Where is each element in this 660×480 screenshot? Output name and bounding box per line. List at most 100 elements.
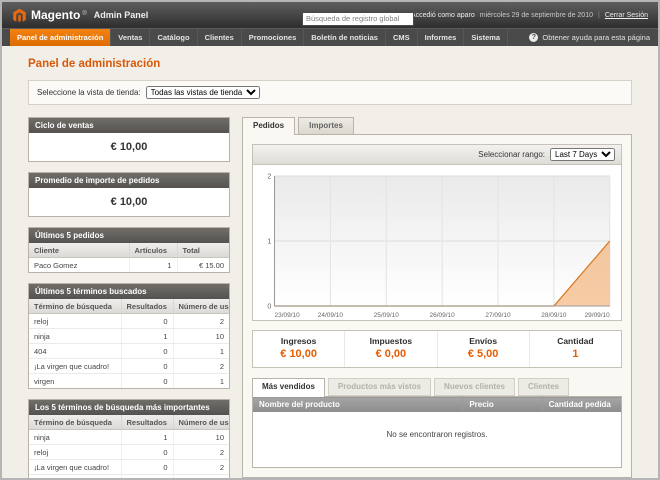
stat-quantity: Cantidad 1 [529, 331, 621, 367]
range-select[interactable]: Last 7 Days [550, 148, 615, 161]
nav-item-newsletter[interactable]: Boletín de noticias [304, 29, 386, 46]
nav-item-customers[interactable]: Clientes [198, 29, 242, 46]
search-uses: 10 [173, 430, 229, 445]
svg-text:27/09/10: 27/09/10 [485, 312, 511, 319]
search-term-row[interactable]: 404 0 1 [29, 475, 229, 480]
lifetime-sales-title: Ciclo de ventas [29, 118, 229, 133]
dashboard-columns: Ciclo de ventas € 10,00 Promedio de impo… [28, 117, 632, 480]
search-term-row[interactable]: ninja 1 10 [29, 329, 229, 344]
svg-text:1: 1 [267, 238, 271, 246]
last-search-box: Últimos 5 términos buscados Término de b… [28, 283, 230, 389]
tab-customers[interactable]: Clientes [518, 378, 569, 396]
search-term: ninja [29, 430, 121, 445]
search-results: 1 [121, 329, 173, 344]
last-orders-box: Últimos 5 pedidos Cliente Artículos Tota… [28, 227, 230, 273]
orders-chart: 01223/09/1024/09/1025/09/1026/09/1027/09… [253, 165, 621, 320]
nav-item-promotions[interactable]: Promociones [242, 29, 305, 46]
left-column: Ciclo de ventas € 10,00 Promedio de impo… [28, 117, 230, 480]
table-header-row: Cliente Artículos Total [29, 243, 229, 258]
search-term-row[interactable]: ninja 1 10 [29, 430, 229, 445]
stat-label: Ingresos [253, 336, 344, 346]
search-uses: 1 [173, 475, 229, 480]
svg-text:29/09/10: 29/09/10 [585, 312, 611, 319]
nav-item-reports[interactable]: Informes [418, 29, 465, 46]
svg-text:25/09/10: 25/09/10 [374, 312, 400, 319]
range-label: Seleccionar rango: [478, 150, 545, 159]
average-orders-value: € 10,00 [29, 188, 229, 216]
stat-value: € 10,00 [253, 348, 344, 360]
nav-item-dashboard[interactable]: Panel de administración [10, 29, 111, 46]
magento-logo[interactable]: Magento ® Admin Panel [12, 8, 148, 23]
nav-item-sales[interactable]: Ventas [111, 29, 150, 46]
last-search-table: Término de búsqueda Resultados Número de… [29, 299, 229, 388]
search-term: virgen [29, 374, 121, 389]
stat-label: Envíos [438, 336, 529, 346]
column-header: Total [177, 243, 229, 258]
search-term-row[interactable]: 404 0 1 [29, 344, 229, 359]
search-results: 0 [121, 374, 173, 389]
last-orders-title: Últimos 5 pedidos [29, 228, 229, 243]
search-results: 1 [121, 430, 173, 445]
column-header: Nombre del producto [253, 397, 463, 413]
search-term: reloj [29, 445, 121, 460]
svg-text:23/09/10: 23/09/10 [275, 312, 301, 319]
search-term: reloj [29, 314, 121, 329]
tab-orders[interactable]: Pedidos [242, 117, 295, 135]
help-link[interactable]: ? Obtener ayuda para esta página [529, 29, 650, 46]
search-term: ¡La virgen que cuadro! [29, 359, 121, 374]
store-view-select[interactable]: Todas las vistas de tienda [146, 86, 260, 99]
separator: | [598, 12, 600, 19]
nav-item-cms[interactable]: CMS [386, 29, 418, 46]
top-search-title: Los 5 términos de búsqueda más important… [29, 400, 229, 415]
lifetime-sales-value: € 10,00 [29, 133, 229, 161]
average-orders-box: Promedio de importe de pedidos € 10,00 [28, 172, 230, 217]
tab-amounts[interactable]: Importes [298, 117, 354, 134]
nav-items: Panel de administración Ventas Catálogo … [10, 29, 508, 46]
search-uses: 10 [173, 329, 229, 344]
magento-logo-icon [12, 8, 27, 23]
tab-bestsellers[interactable]: Más vendidos [252, 378, 325, 397]
search-term-row[interactable]: reloj 0 2 [29, 445, 229, 460]
search-term: 404 [29, 475, 121, 480]
right-column: Pedidos Importes Seleccionar rango: Last… [242, 117, 632, 478]
tab-most-viewed[interactable]: Productos más vistos [328, 378, 431, 396]
empty-row: No se encontraron registros. [253, 412, 622, 468]
search-term-row[interactable]: ¡La virgen que cuadro! 0 2 [29, 460, 229, 475]
empty-message: No se encontraron registros. [253, 412, 622, 468]
logout-link[interactable]: Cerrar Sesión [605, 12, 648, 19]
svg-text:24/09/10: 24/09/10 [318, 312, 344, 319]
stat-value: 1 [530, 348, 621, 360]
nav-item-catalog[interactable]: Catálogo [150, 29, 197, 46]
search-term-row[interactable]: ¡La virgen que cuadro! 0 2 [29, 359, 229, 374]
top-search-box: Los 5 términos de búsqueda más important… [28, 399, 230, 480]
stat-value: € 0,00 [345, 348, 436, 360]
session-info: Accedió como aparo miércoles 29 de septi… [411, 12, 648, 19]
store-view-switcher: Seleccione la vista de tienda: Todas las… [28, 80, 632, 105]
tab-new-customers[interactable]: Nuevos clientes [434, 378, 515, 396]
lifetime-sales-box: Ciclo de ventas € 10,00 [28, 117, 230, 162]
stat-label: Cantidad [530, 336, 621, 346]
column-header: Número de usos [173, 415, 229, 430]
bestsellers-table: Nombre del producto Precio Cantidad pedi… [252, 396, 622, 468]
logo-text: Magento [31, 8, 80, 22]
help-icon: ? [529, 33, 538, 42]
column-header: Término de búsqueda [29, 415, 121, 430]
search-uses: 2 [173, 359, 229, 374]
nav-item-system[interactable]: Sistema [464, 29, 508, 46]
search-term-row[interactable]: virgen 0 1 [29, 374, 229, 389]
column-header: Cantidad pedida [542, 397, 621, 413]
global-search-input[interactable] [302, 12, 414, 26]
stat-label: Impuestos [345, 336, 436, 346]
last-search-title: Últimos 5 términos buscados [29, 284, 229, 299]
help-label: Obtener ayuda para esta página [542, 33, 650, 42]
column-header: Artículos [129, 243, 177, 258]
order-row[interactable]: Paco Gomez 1 € 15.00 [29, 258, 229, 273]
search-term-row[interactable]: reloj 0 2 [29, 314, 229, 329]
svg-text:0: 0 [267, 303, 271, 311]
search-term: 404 [29, 344, 121, 359]
magento-admin-window: Magento ® Admin Panel Accedió como aparo… [0, 0, 660, 480]
search-uses: 1 [173, 344, 229, 359]
totals-row: Ingresos € 10,00 Impuestos € 0,00 Envíos… [252, 330, 622, 368]
dashboard-panel: Seleccionar rango: Last 7 Days 01223/09/… [242, 134, 632, 478]
main-navigation: Panel de administración Ventas Catálogo … [2, 28, 658, 46]
